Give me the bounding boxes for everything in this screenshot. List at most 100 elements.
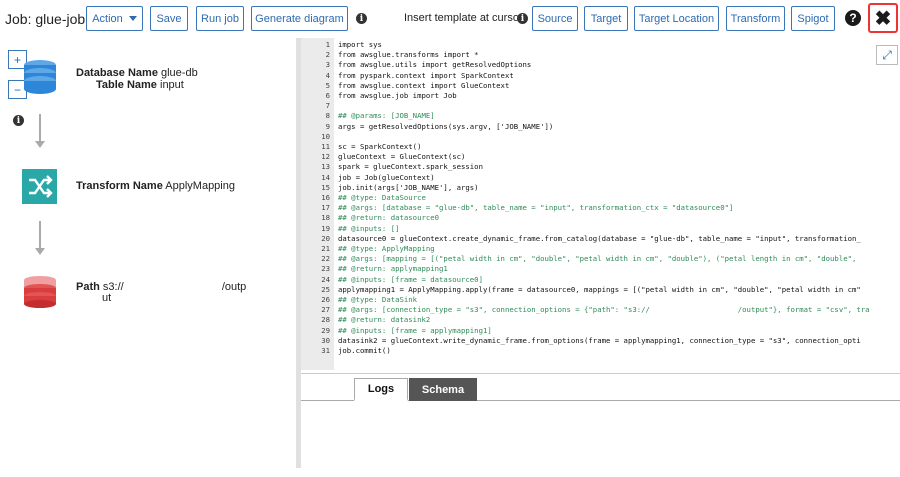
line-number: 26 xyxy=(321,295,330,304)
code-text[interactable]: ## @return: datasink2 xyxy=(338,315,430,325)
line-number: 29 xyxy=(321,325,330,335)
code-line[interactable]: 26 ## @type: DataSink xyxy=(301,295,900,305)
diagram-info-icon[interactable]: i xyxy=(13,115,24,126)
code-text[interactable]: datasource0 = glueContext.create_dynamic… xyxy=(338,234,861,244)
code-line[interactable]: 15 job.init(args['JOB_NAME'], args) xyxy=(301,183,900,193)
code-text[interactable]: ## @return: datasource0 xyxy=(338,213,439,223)
diagram-panel: + − Database Name glue-db Table Name inp… xyxy=(0,38,297,468)
template-source-button[interactable]: Source xyxy=(532,6,578,31)
tab-logs[interactable]: Logs xyxy=(354,378,408,401)
action-dropdown-button[interactable]: Action xyxy=(86,6,143,31)
expand-icon[interactable]: ⤢ xyxy=(876,45,898,65)
insert-template-info-icon[interactable]: i xyxy=(517,13,528,24)
code-line[interactable]: 3 from awsglue.utils import getResolvedOp… xyxy=(301,60,900,70)
s3-bucket-icon[interactable] xyxy=(22,275,58,311)
info-icon[interactable]: i xyxy=(356,13,367,24)
code-line[interactable]: 29 ## @inputs: [frame = applymapping1] xyxy=(301,326,900,336)
code-text[interactable]: job.commit() xyxy=(338,346,391,356)
code-line[interactable]: 25 applymapping1 = ApplyMapping.apply(fra… xyxy=(301,285,900,295)
code-line[interactable]: 16 ## @type: DataSource xyxy=(301,193,900,203)
action-label: Action xyxy=(92,12,123,25)
code-line[interactable]: 7 xyxy=(301,101,900,111)
code-line[interactable]: 21 ## @type: ApplyMapping xyxy=(301,244,900,254)
code-line[interactable]: 13 spark = glueContext.spark_session xyxy=(301,162,900,172)
code-line[interactable]: 5 from awsglue.context import GlueContext xyxy=(301,81,900,91)
code-text[interactable]: job.init(args['JOB_NAME'], args) xyxy=(338,183,479,193)
table-name-key: Table Name xyxy=(96,79,157,91)
code-text[interactable]: from awsglue.context import GlueContext xyxy=(338,81,509,91)
line-number: 21 xyxy=(321,244,330,253)
code-line[interactable]: 22 ## @args: [mapping = [("petal width in… xyxy=(301,254,900,264)
transform-name-value: ApplyMapping xyxy=(165,180,235,192)
code-text[interactable]: applymapping1 = ApplyMapping.apply(frame… xyxy=(338,285,861,295)
code-text[interactable]: import sys xyxy=(338,40,382,50)
close-button[interactable]: ✖ xyxy=(868,3,898,33)
line-number: 11 xyxy=(321,142,330,151)
generate-diagram-button[interactable]: Generate diagram xyxy=(251,6,348,31)
code-line[interactable]: 2 from awsglue.transforms import * xyxy=(301,50,900,60)
code-text[interactable]: ## @args: [database = "glue-db", table_n… xyxy=(338,203,733,213)
line-number: 16 xyxy=(321,193,330,202)
code-line[interactable]: 11 sc = SparkContext() xyxy=(301,142,900,152)
code-line[interactable]: 6 from awsglue.job import Job xyxy=(301,91,900,101)
code-line[interactable]: 19 ## @inputs: [] xyxy=(301,224,900,234)
code-line[interactable]: 20 datasource0 = glueContext.create_dynam… xyxy=(301,234,900,244)
code-line[interactable]: 14 job = Job(glueContext) xyxy=(301,173,900,183)
code-line[interactable]: 8 ## @params: [JOB_NAME] xyxy=(301,111,900,121)
code-editor[interactable]: 1 import sys 2 from awsglue.transforms impo… xyxy=(301,38,900,370)
code-text[interactable]: from awsglue.transforms import * xyxy=(338,50,479,60)
code-text[interactable]: ## @args: [connection_type = "s3", conne… xyxy=(338,305,870,315)
code-line[interactable]: 27 ## @args: [connection_type = "s3", con… xyxy=(301,305,900,315)
code-line[interactable]: 30 datasink2 = glueContext.write_dynamic_… xyxy=(301,336,900,346)
code-text[interactable]: job = Job(glueContext) xyxy=(338,173,435,183)
code-text[interactable]: ## @type: DataSource xyxy=(338,193,426,203)
code-text[interactable]: ## @type: DataSink xyxy=(338,295,417,305)
code-line[interactable]: 18 ## @return: datasource0 xyxy=(301,213,900,223)
line-number: 1 xyxy=(325,40,330,49)
save-button[interactable]: Save xyxy=(150,6,188,31)
line-number: 31 xyxy=(321,346,330,355)
code-line[interactable]: 17 ## @args: [database = "glue-db", table… xyxy=(301,203,900,213)
line-number: 17 xyxy=(321,203,330,213)
code-line[interactable]: 23 ## @return: applymapping1 xyxy=(301,264,900,274)
code-line[interactable]: 10 xyxy=(301,132,900,142)
code-text[interactable]: sc = SparkContext() xyxy=(338,142,421,152)
template-spigot-button[interactable]: Spigot xyxy=(791,6,835,31)
path-key: Path xyxy=(76,281,100,293)
code-text[interactable]: ## @type: ApplyMapping xyxy=(338,244,435,254)
code-text[interactable]: from pyspark.context import SparkContext xyxy=(338,71,514,81)
tab-schema[interactable]: Schema xyxy=(409,378,477,401)
code-text[interactable]: ## @inputs: [frame = datasource0] xyxy=(338,275,483,285)
code-line[interactable]: 1 import sys xyxy=(301,40,900,50)
line-number: 12 xyxy=(321,152,330,162)
run-job-button[interactable]: Run job xyxy=(196,6,244,31)
code-text[interactable]: datasink2 = glueContext.write_dynamic_fr… xyxy=(338,336,861,346)
code-line[interactable]: 31 job.commit() xyxy=(301,346,900,356)
code-text[interactable]: glueContext = GlueContext(sc) xyxy=(338,152,465,162)
template-target-button[interactable]: Target xyxy=(584,6,628,31)
job-title: Job: glue-job xyxy=(5,11,86,27)
line-number: 20 xyxy=(321,233,330,243)
code-line[interactable]: 9 args = getResolvedOptions(sys.argv, ['J… xyxy=(301,122,900,132)
shuffle-icon[interactable] xyxy=(22,169,57,204)
code-text[interactable]: ## @params: [JOB_NAME] xyxy=(338,111,435,121)
code-text[interactable]: ## @return: applymapping1 xyxy=(338,264,448,274)
code-line[interactable]: 28 ## @return: datasink2 xyxy=(301,315,900,325)
code-line[interactable]: 12 glueContext = GlueContext(sc) xyxy=(301,152,900,162)
line-number: 9 xyxy=(325,121,330,131)
code-text[interactable]: ## @args: [mapping = [("petal width in c… xyxy=(338,254,856,264)
template-transform-button[interactable]: Transform xyxy=(726,6,785,31)
code-line[interactable]: 24 ## @inputs: [frame = datasource0] xyxy=(301,275,900,285)
code-text[interactable]: from awsglue.utils import getResolvedOpt… xyxy=(338,60,531,70)
code-line[interactable]: 4 from pyspark.context import SparkContex… xyxy=(301,71,900,81)
code-text[interactable]: ## @inputs: [] xyxy=(338,224,400,234)
code-text[interactable]: args = getResolvedOptions(sys.argv, ['JO… xyxy=(338,122,553,132)
code-text[interactable]: spark = glueContext.spark_session xyxy=(338,162,483,172)
database-icon[interactable] xyxy=(22,59,58,95)
code-text[interactable]: from awsglue.job import Job xyxy=(338,91,457,101)
code-text[interactable]: ## @inputs: [frame = applymapping1] xyxy=(338,326,492,336)
template-target-location-button[interactable]: Target Location xyxy=(634,6,719,31)
arrow-down-icon xyxy=(35,248,45,255)
help-icon[interactable]: ? xyxy=(845,10,861,26)
line-number: 13 xyxy=(321,162,330,172)
